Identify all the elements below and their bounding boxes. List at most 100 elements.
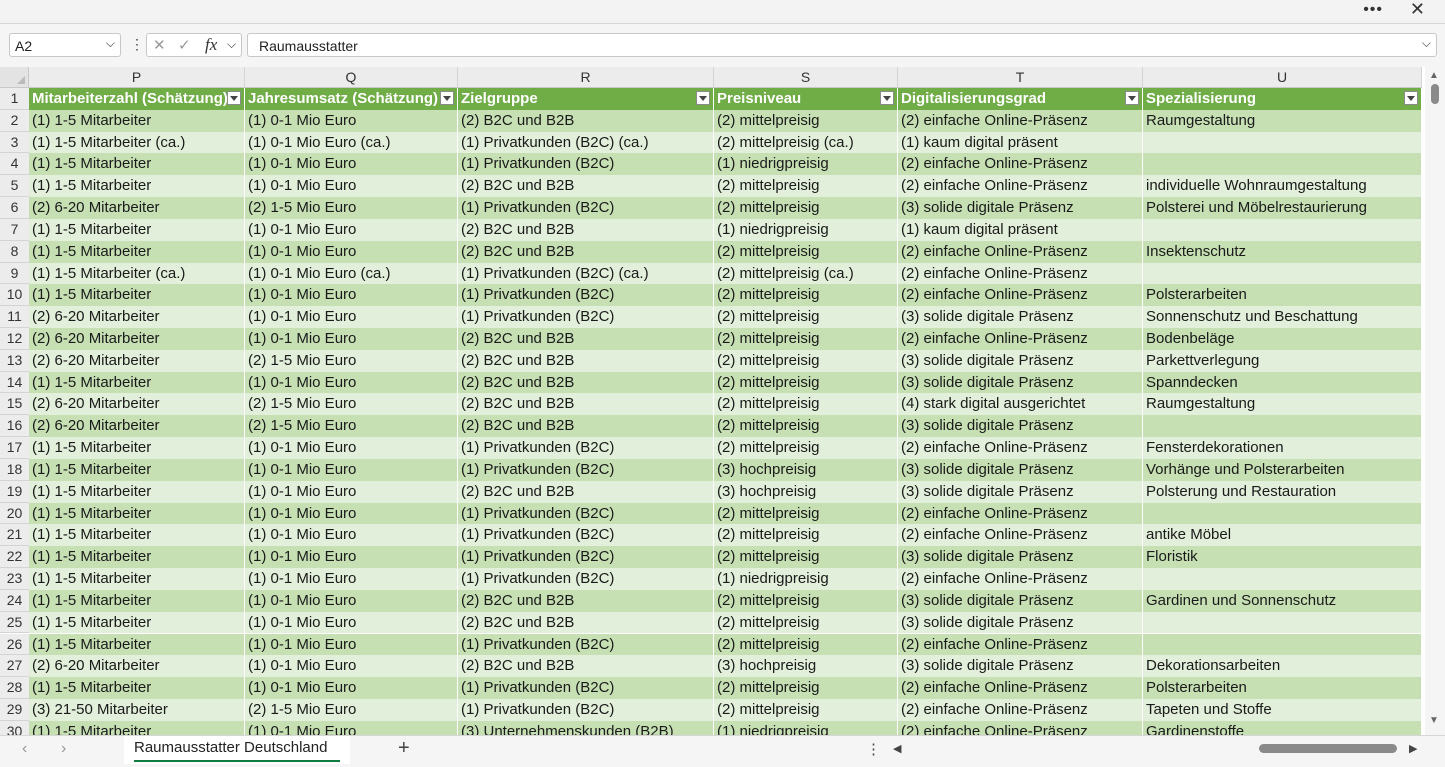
table-cell[interactable] [1143, 218, 1422, 241]
table-cell[interactable]: (1) 1-5 Mitarbeiter [29, 546, 245, 569]
table-cell[interactable]: Gardinenstoffe [1143, 720, 1422, 735]
row-header[interactable]: 1 [0, 88, 29, 110]
table-cell[interactable]: Polsterarbeiten [1143, 284, 1422, 307]
table-cell[interactable]: (1) 1-5 Mitarbeiter [29, 371, 245, 394]
table-cell[interactable]: (1) 1-5 Mitarbeiter [29, 437, 245, 459]
table-cell[interactable]: (1) 0-1 Mio Euro [245, 437, 458, 459]
row-header[interactable]: 24 [0, 589, 29, 612]
table-cell[interactable]: (1) 0-1 Mio Euro [245, 153, 458, 176]
vertical-scrollbar[interactable]: ▲ ▼ [1425, 67, 1445, 735]
table-cell[interactable]: (1) 1-5 Mitarbeiter [29, 218, 245, 241]
filter-dropdown-icon[interactable] [1125, 91, 1139, 105]
table-cell[interactable]: (1) 1-5 Mitarbeiter [29, 284, 245, 307]
table-cell[interactable]: (2) einfache Online-Präsenz [898, 328, 1143, 350]
table-cell[interactable]: (2) B2C und B2B [458, 415, 714, 438]
table-cell[interactable]: (1) niedrigpreisig [714, 218, 898, 241]
table-cell[interactable]: (2) einfache Online-Präsenz [898, 437, 1143, 459]
table-cell[interactable] [1143, 568, 1422, 590]
more-options-icon[interactable]: ••• [1363, 1, 1383, 19]
horizontal-scroll-thumb[interactable] [1259, 744, 1397, 753]
table-cell[interactable]: (2) einfache Online-Präsenz [898, 677, 1143, 699]
table-cell[interactable]: Polsterung und Restauration [1143, 480, 1422, 503]
table-cell[interactable]: (1) 0-1 Mio Euro [245, 655, 458, 678]
table-cell[interactable]: (2) einfache Online-Präsenz [898, 284, 1143, 307]
table-cell[interactable]: (1) Privatkunden (B2C) [458, 153, 714, 176]
table-cell[interactable]: (1) Privatkunden (B2C) [458, 677, 714, 699]
enter-icon[interactable]: ✓ [178, 36, 191, 54]
table-cell[interactable]: (1) 0-1 Mio Euro [245, 371, 458, 394]
table-cell[interactable]: (2) B2C und B2B [458, 328, 714, 350]
filter-dropdown-icon[interactable] [880, 91, 894, 105]
table-cell[interactable]: Tapeten und Stoffe [1143, 698, 1422, 721]
table-cell[interactable]: (1) Privatkunden (B2C) [458, 197, 714, 219]
table-cell[interactable]: (1) Privatkunden (B2C) (ca.) [458, 131, 714, 154]
filter-dropdown-icon[interactable] [696, 91, 710, 105]
table-cell[interactable]: (2) einfache Online-Präsenz [898, 175, 1143, 198]
table-cell[interactable]: (1) 0-1 Mio Euro [245, 480, 458, 503]
table-cell[interactable]: (1) Privatkunden (B2C) [458, 546, 714, 569]
table-cell[interactable]: (1) 1-5 Mitarbeiter [29, 480, 245, 503]
table-cell[interactable]: (1) Privatkunden (B2C) [458, 633, 714, 656]
table-cell[interactable]: (2) B2C und B2B [458, 589, 714, 612]
table-cell[interactable] [1143, 611, 1422, 634]
table-cell[interactable]: (3) solide digitale Präsenz [898, 197, 1143, 219]
table-cell[interactable]: Spanndecken [1143, 371, 1422, 394]
row-header[interactable]: 17 [0, 437, 29, 459]
table-cell[interactable]: (2) 1-5 Mio Euro [245, 698, 458, 721]
column-header-t[interactable]: T [898, 67, 1143, 88]
table-cell[interactable]: (1) 1-5 Mitarbeiter (ca.) [29, 262, 245, 285]
table-cell[interactable]: (3) solide digitale Präsenz [898, 546, 1143, 569]
table-cell[interactable]: (3) solide digitale Präsenz [898, 458, 1143, 481]
table-cell[interactable]: (3) solide digitale Präsenz [898, 349, 1143, 372]
table-header-cell[interactable]: Spezialisierung [1143, 88, 1422, 110]
table-cell[interactable]: (1) niedrigpreisig [714, 568, 898, 590]
table-cell[interactable]: (2) mittelpreisig [714, 328, 898, 350]
row-header[interactable]: 28 [0, 677, 29, 699]
chevron-down-icon[interactable]: ⌵ [106, 36, 115, 51]
table-cell[interactable]: (1) 1-5 Mitarbeiter [29, 109, 245, 132]
table-cell[interactable]: (2) einfache Online-Präsenz [898, 568, 1143, 590]
table-cell[interactable]: (2) 1-5 Mio Euro [245, 415, 458, 438]
row-header[interactable]: 8 [0, 240, 29, 263]
table-cell[interactable]: (1) Privatkunden (B2C) [458, 524, 714, 547]
table-cell[interactable]: (2) mittelpreisig (ca.) [714, 131, 898, 154]
row-header[interactable]: 5 [0, 175, 29, 198]
table-cell[interactable]: (2) 6-20 Mitarbeiter [29, 197, 245, 219]
table-cell[interactable]: (2) mittelpreisig [714, 415, 898, 438]
table-cell[interactable]: (3) solide digitale Präsenz [898, 480, 1143, 503]
table-cell[interactable]: (2) B2C und B2B [458, 393, 714, 416]
column-header-u[interactable]: U [1143, 67, 1422, 88]
filter-dropdown-icon[interactable] [1404, 91, 1418, 105]
close-icon[interactable]: ✕ [1410, 0, 1425, 20]
table-cell[interactable] [1143, 502, 1422, 525]
table-cell[interactable]: (2) 1-5 Mio Euro [245, 197, 458, 219]
table-cell[interactable]: (2) einfache Online-Präsenz [898, 262, 1143, 285]
row-header[interactable]: 16 [0, 415, 29, 438]
table-cell[interactable]: (1) 1-5 Mitarbeiter [29, 524, 245, 547]
table-cell[interactable]: (2) mittelpreisig [714, 677, 898, 699]
formula-input[interactable]: Raumausstatter ⌵ [247, 33, 1437, 57]
table-cell[interactable]: (2) mittelpreisig [714, 502, 898, 525]
table-header-cell[interactable]: Jahresumsatz (Schätzung) [245, 88, 458, 110]
table-cell[interactable]: (2) mittelpreisig [714, 306, 898, 328]
table-cell[interactable]: (2) mittelpreisig [714, 197, 898, 219]
row-header[interactable]: 27 [0, 655, 29, 678]
row-header[interactable]: 23 [0, 568, 29, 590]
table-cell[interactable]: (1) Privatkunden (B2C) [458, 437, 714, 459]
table-cell[interactable]: (3) solide digitale Präsenz [898, 415, 1143, 438]
table-cell[interactable]: (1) 1-5 Mitarbeiter [29, 589, 245, 612]
table-cell[interactable]: Polsterei und Möbelrestaurierung [1143, 197, 1422, 219]
table-cell[interactable]: (1) 1-5 Mitarbeiter [29, 240, 245, 263]
table-cell[interactable]: (1) 0-1 Mio Euro (ca.) [245, 131, 458, 154]
table-cell[interactable]: antike Möbel [1143, 524, 1422, 547]
table-cell[interactable]: individuelle Wohnraumgestaltung [1143, 175, 1422, 198]
table-cell[interactable]: Floristik [1143, 546, 1422, 569]
table-cell[interactable]: (1) 0-1 Mio Euro [245, 284, 458, 307]
table-cell[interactable]: Vorhänge und Polsterarbeiten [1143, 458, 1422, 481]
table-cell[interactable]: (1) 0-1 Mio Euro [245, 218, 458, 241]
table-cell[interactable]: (2) einfache Online-Präsenz [898, 502, 1143, 525]
table-cell[interactable]: (1) Privatkunden (B2C) [458, 284, 714, 307]
table-cell[interactable] [1143, 262, 1422, 285]
table-cell[interactable] [1143, 633, 1422, 656]
table-cell[interactable]: (1) 0-1 Mio Euro [245, 720, 458, 735]
